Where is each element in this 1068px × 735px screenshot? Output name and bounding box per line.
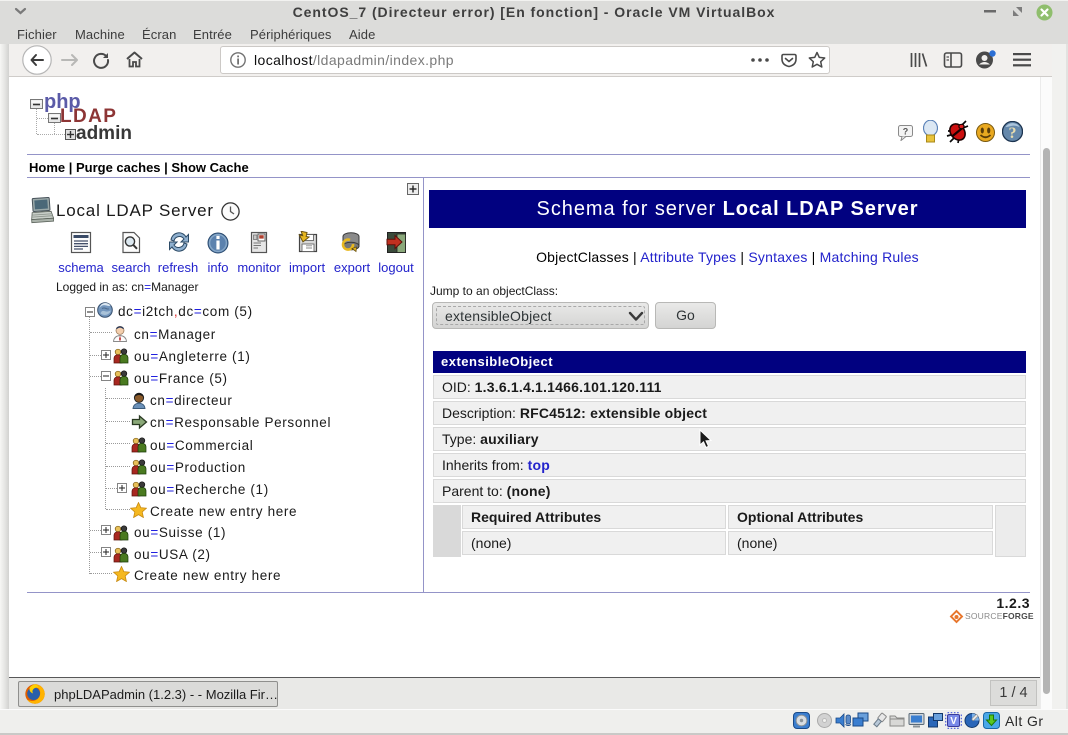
svg-text:?: ? xyxy=(903,127,909,137)
svg-text:V: V xyxy=(950,716,957,727)
svg-text:?: ? xyxy=(1009,125,1017,142)
